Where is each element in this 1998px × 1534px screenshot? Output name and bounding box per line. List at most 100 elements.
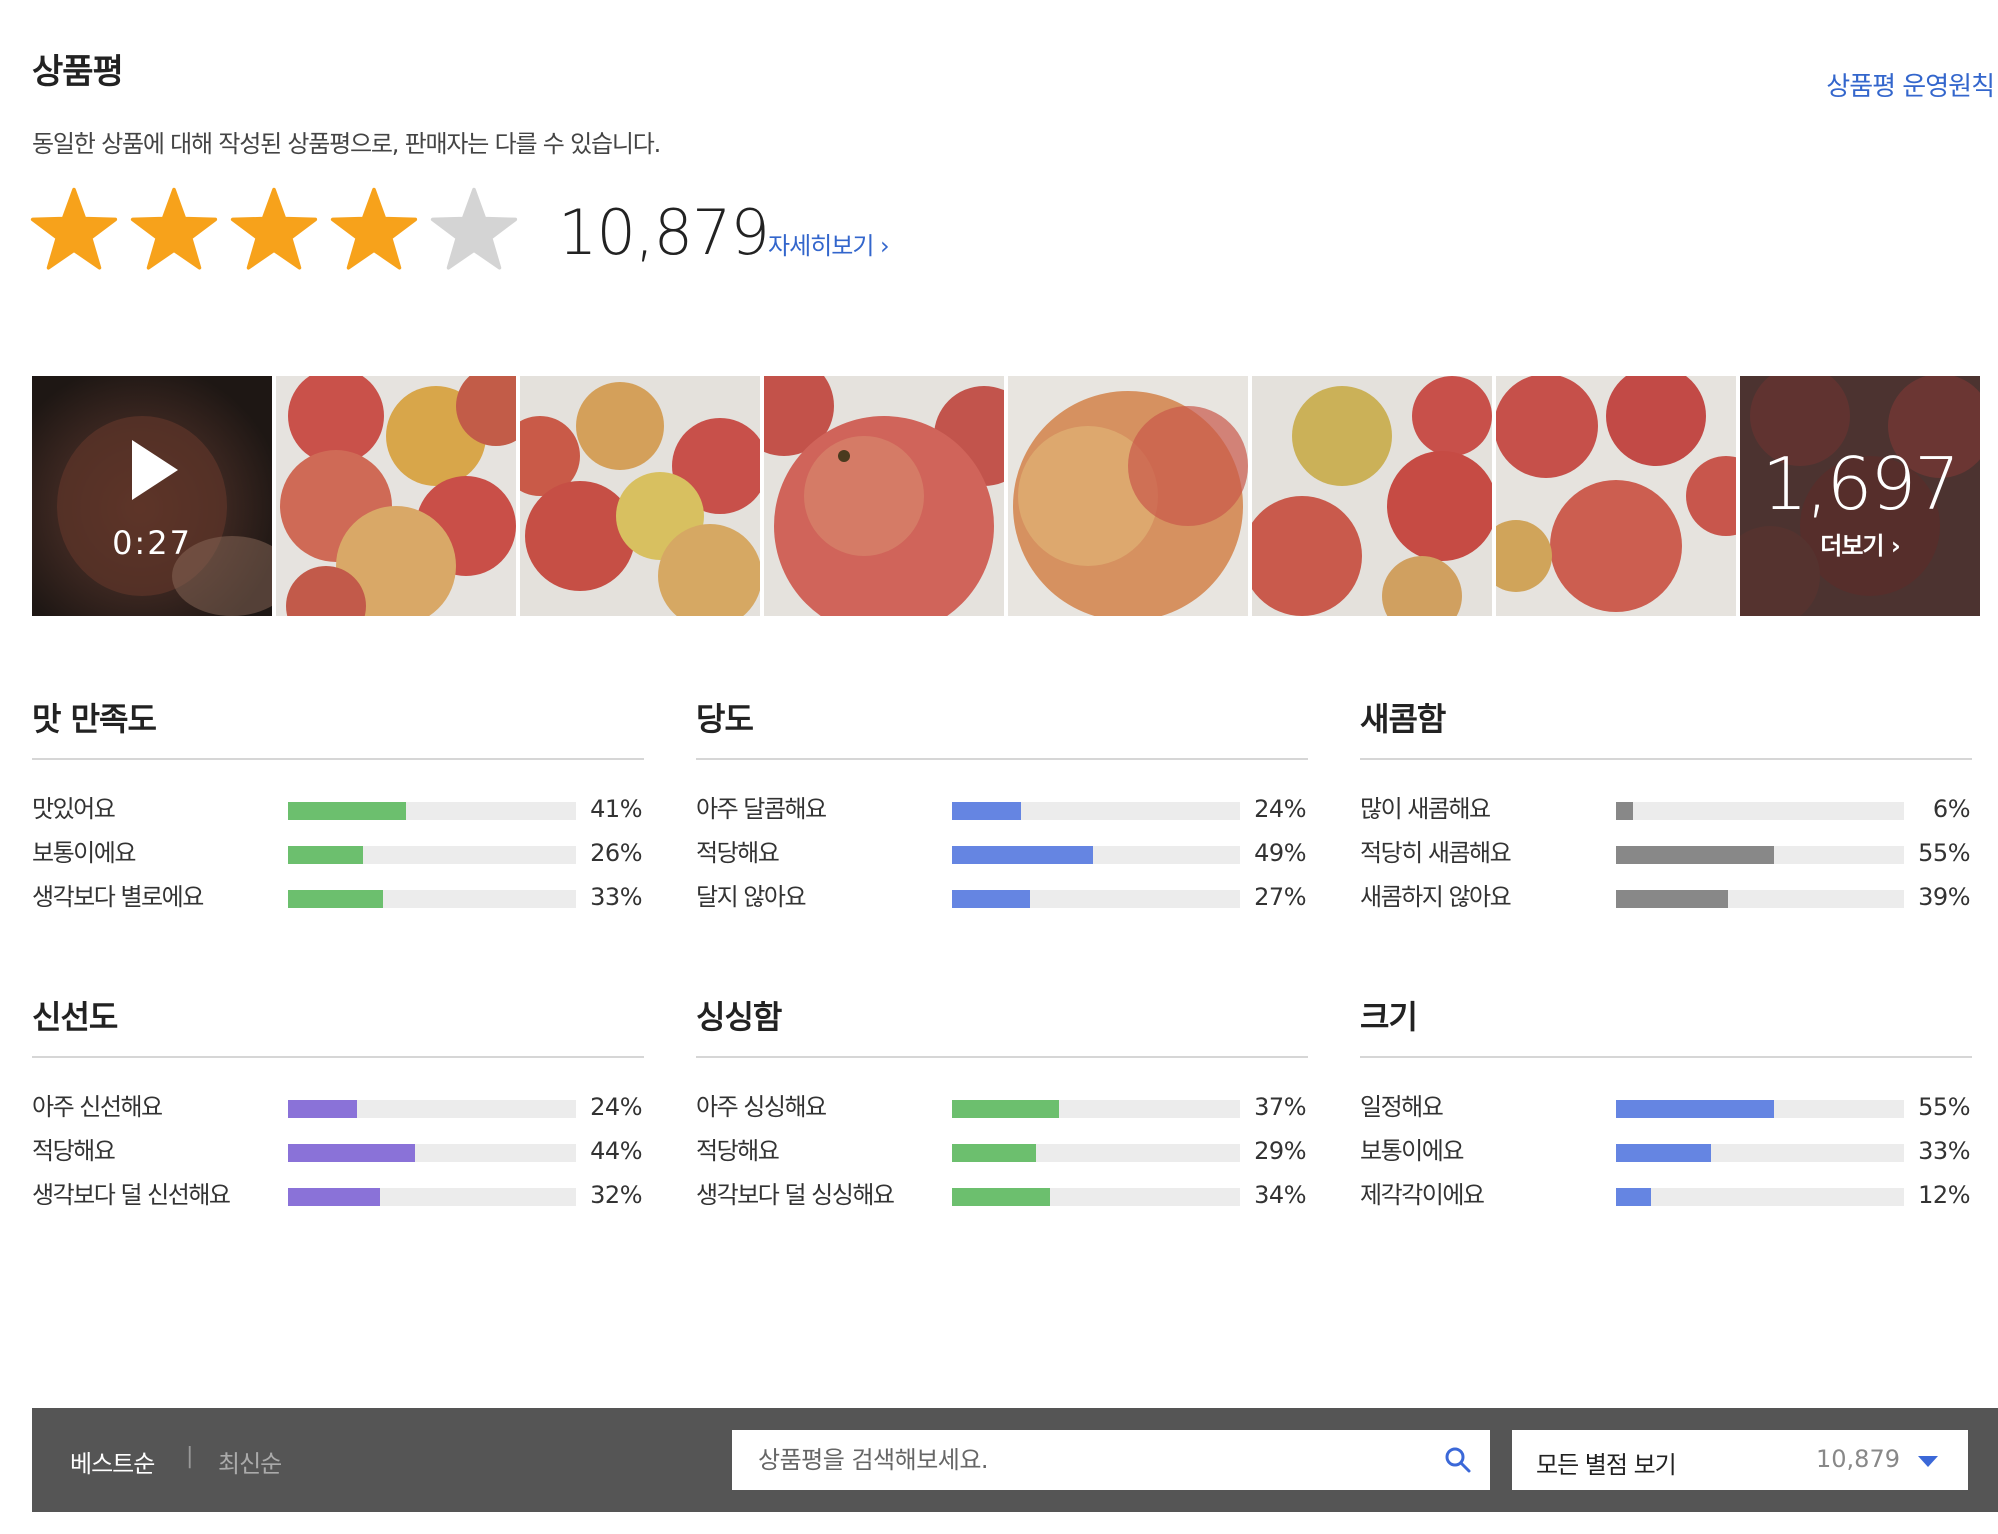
survey-bar-fill [288, 1100, 358, 1118]
review-photo[interactable] [1496, 376, 1736, 616]
survey-bar-track [288, 802, 576, 820]
survey-bar-fill [288, 1188, 381, 1206]
play-icon [132, 440, 178, 500]
review-video-thumbnail[interactable]: 0:27 [32, 376, 272, 616]
page-subtitle: 동일한 상품에 대해 작성된 상품평으로, 판매자는 다를 수 있습니다. [32, 130, 661, 158]
sort-newest-button[interactable]: 최신순 [218, 1444, 282, 1479]
survey-row-label: 적당히 새콤해요 [1360, 839, 1512, 867]
survey-row: 적당해요 29% [696, 1136, 1308, 1180]
survey-title: 새콤함 [1360, 700, 1446, 738]
survey-bar-fill [288, 890, 384, 908]
survey-title: 맛 만족도 [32, 700, 157, 738]
star-filter-select[interactable]: 모든 별점 보기 10,879 [1512, 1430, 1968, 1490]
survey-row-percent: 49% [1254, 839, 1306, 867]
survey-row: 생각보다 덜 싱싱해요 34% [696, 1180, 1308, 1224]
survey-row-percent: 24% [590, 1093, 642, 1121]
survey-bar-fill [952, 1100, 1059, 1118]
survey-row: 많이 새콤해요 6% [1360, 794, 1972, 838]
survey-row-label: 적당해요 [696, 839, 780, 867]
survey-row-percent: 37% [1254, 1093, 1306, 1121]
survey-title: 당도 [696, 700, 754, 738]
survey-bar-track [288, 1188, 576, 1206]
review-search-box [732, 1430, 1490, 1490]
survey-row-label: 아주 달콤해요 [696, 795, 827, 823]
caret-down-icon [1918, 1456, 1938, 1467]
survey-row-label: 새콤하지 않아요 [1360, 883, 1512, 911]
detail-link[interactable]: 자세히보기 › [768, 226, 890, 261]
survey-title: 싱싱함 [696, 998, 782, 1036]
page-title: 상품평 [32, 52, 124, 92]
survey-bar-fill [952, 846, 1094, 864]
survey-row-label: 생각보다 별로에요 [32, 883, 204, 911]
survey-bar-track [952, 1100, 1240, 1118]
survey-row-label: 적당해요 [696, 1137, 780, 1165]
video-duration: 0:27 [112, 524, 192, 562]
divider [32, 758, 644, 760]
survey-title: 신선도 [32, 998, 118, 1036]
survey-bar-track [288, 1100, 576, 1118]
survey-row-label: 적당해요 [32, 1137, 116, 1165]
review-photo[interactable] [276, 376, 516, 616]
survey-bar-track [1616, 1100, 1904, 1118]
review-photo[interactable] [520, 376, 760, 616]
survey-bar-track [952, 846, 1240, 864]
survey-row: 적당해요 44% [32, 1136, 644, 1180]
more-photos-tile[interactable]: 1,697 더보기 › [1740, 376, 1980, 616]
survey-bar-fill [1616, 1188, 1651, 1206]
apple-photo-image [1008, 376, 1248, 616]
star-rating [30, 186, 518, 274]
survey-row-label: 달지 않아요 [696, 883, 807, 911]
survey-bar-fill [1616, 846, 1775, 864]
survey-row-percent: 55% [1918, 1093, 1970, 1121]
survey-row-percent: 44% [590, 1137, 642, 1165]
star-filled-icon [130, 187, 218, 270]
survey-row-label: 제각각이에요 [1360, 1181, 1485, 1209]
survey-bar-track [288, 846, 576, 864]
survey-row-percent: 12% [1918, 1181, 1970, 1209]
survey-bar-fill [952, 1144, 1036, 1162]
apple-photo-image [276, 376, 516, 616]
star-filter-label: 모든 별점 보기 [1536, 1451, 1677, 1479]
survey-row: 아주 달콤해요 24% [696, 794, 1308, 838]
detail-link-label: 자세히보기 [768, 232, 874, 260]
rating-count: 10,879 [558, 196, 770, 269]
review-policy-link[interactable]: 상품평 운영원칙 [1826, 66, 1995, 103]
survey-block: 맛 만족도 맛있어요 41% 보통이에요 26% 생각보다 별로에요 33% [32, 694, 644, 926]
survey-bar-track [952, 1144, 1240, 1162]
review-toolbar: 베스트순 | 최신순 모든 별점 보기 10,879 [32, 1408, 1998, 1512]
review-photo[interactable] [764, 376, 1004, 616]
survey-row: 보통이에요 26% [32, 838, 644, 882]
survey-row-percent: 34% [1254, 1181, 1306, 1209]
survey-row-percent: 32% [590, 1181, 642, 1209]
survey-row-label: 보통이에요 [32, 839, 136, 867]
review-photo[interactable] [1008, 376, 1248, 616]
survey-bar-fill [952, 890, 1030, 908]
survey-bar-fill [288, 1144, 415, 1162]
search-icon[interactable] [1444, 1446, 1472, 1474]
survey-row-label: 많이 새콤해요 [1360, 795, 1491, 823]
survey-row-percent: 55% [1918, 839, 1970, 867]
review-photo[interactable] [1252, 376, 1492, 616]
survey-row-percent: 33% [1918, 1137, 1970, 1165]
star-empty-icon [430, 187, 518, 270]
chevron-right-icon: › [1883, 532, 1901, 560]
survey-block: 싱싱함 아주 싱싱해요 37% 적당해요 29% 생각보다 덜 싱싱해요 34% [696, 992, 1308, 1224]
survey-title: 크기 [1360, 998, 1418, 1036]
survey-row-label: 맛있어요 [32, 795, 116, 823]
survey-block: 새콤함 많이 새콤해요 6% 적당히 새콤해요 55% 새콤하지 않아요 39% [1360, 694, 1972, 926]
sort-best-button[interactable]: 베스트순 [70, 1444, 155, 1479]
survey-row-label: 일정해요 [1360, 1093, 1444, 1121]
apple-photo-image [1496, 376, 1736, 616]
survey-row-percent: 27% [1254, 883, 1306, 911]
survey-row: 달지 않아요 27% [696, 882, 1308, 926]
survey-bar-fill [1616, 1144, 1712, 1162]
survey-bar-track [1616, 1188, 1904, 1206]
review-search-input[interactable] [732, 1430, 1412, 1490]
survey-bar-track [1616, 846, 1904, 864]
survey-row: 제각각이에요 12% [1360, 1180, 1972, 1224]
survey-bar-track [1616, 802, 1904, 820]
more-photos-count: 1,697 [1761, 442, 1960, 526]
survey-row: 적당히 새콤해요 55% [1360, 838, 1972, 882]
divider [696, 1056, 1308, 1058]
survey-row: 생각보다 별로에요 33% [32, 882, 644, 926]
